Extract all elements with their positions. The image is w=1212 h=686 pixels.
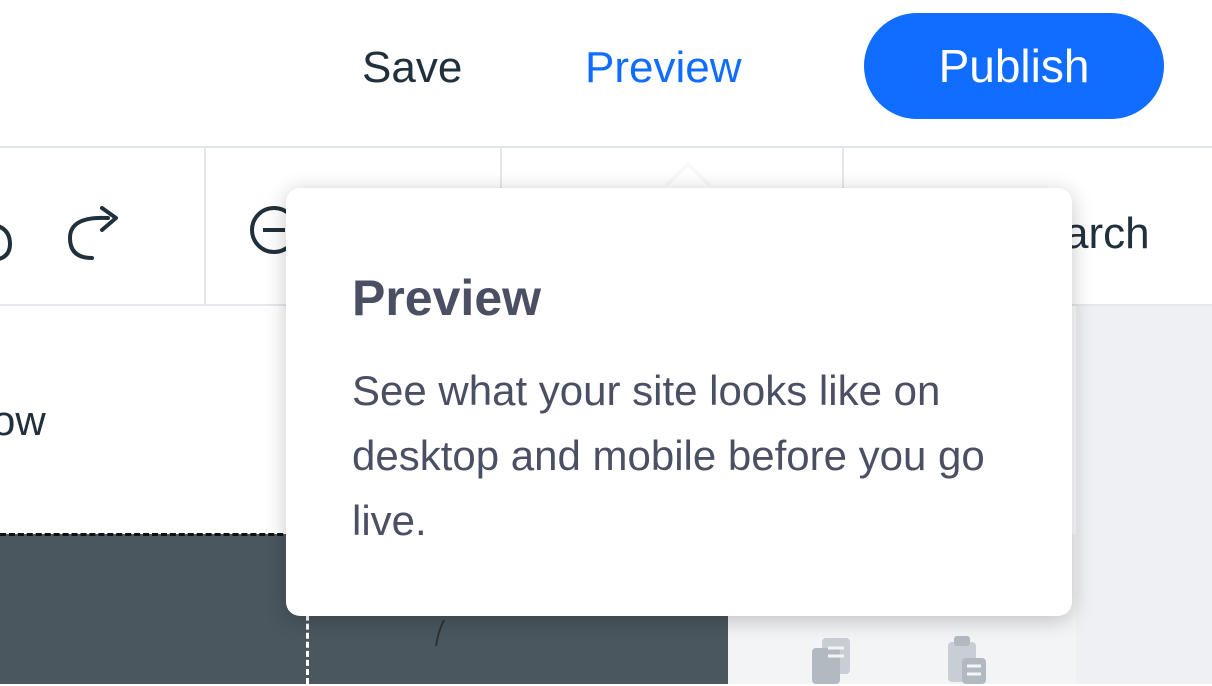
hairline [435,619,445,647]
paste-icon[interactable] [942,634,994,686]
selection-outline [0,533,310,536]
preview-button[interactable]: Preview [585,40,742,96]
search-label[interactable]: arch [1064,206,1150,262]
publish-button[interactable]: Publish [864,13,1164,119]
top-bar: Save Preview Publish [0,0,1212,148]
canvas-text: ow [0,397,46,444]
undo-icon[interactable] [0,206,16,266]
tooltip-body: See what your site looks like on desktop… [352,367,985,544]
redo-icon[interactable] [62,204,124,262]
copy-icon[interactable] [806,634,858,686]
tooltip-arrow [664,166,712,190]
tooltip-title: Preview [352,270,542,326]
right-rail [1076,306,1212,684]
toolbar-divider [204,148,206,304]
save-button[interactable]: Save [362,40,462,96]
preview-tooltip: Preview See what your site looks like on… [286,188,1072,616]
